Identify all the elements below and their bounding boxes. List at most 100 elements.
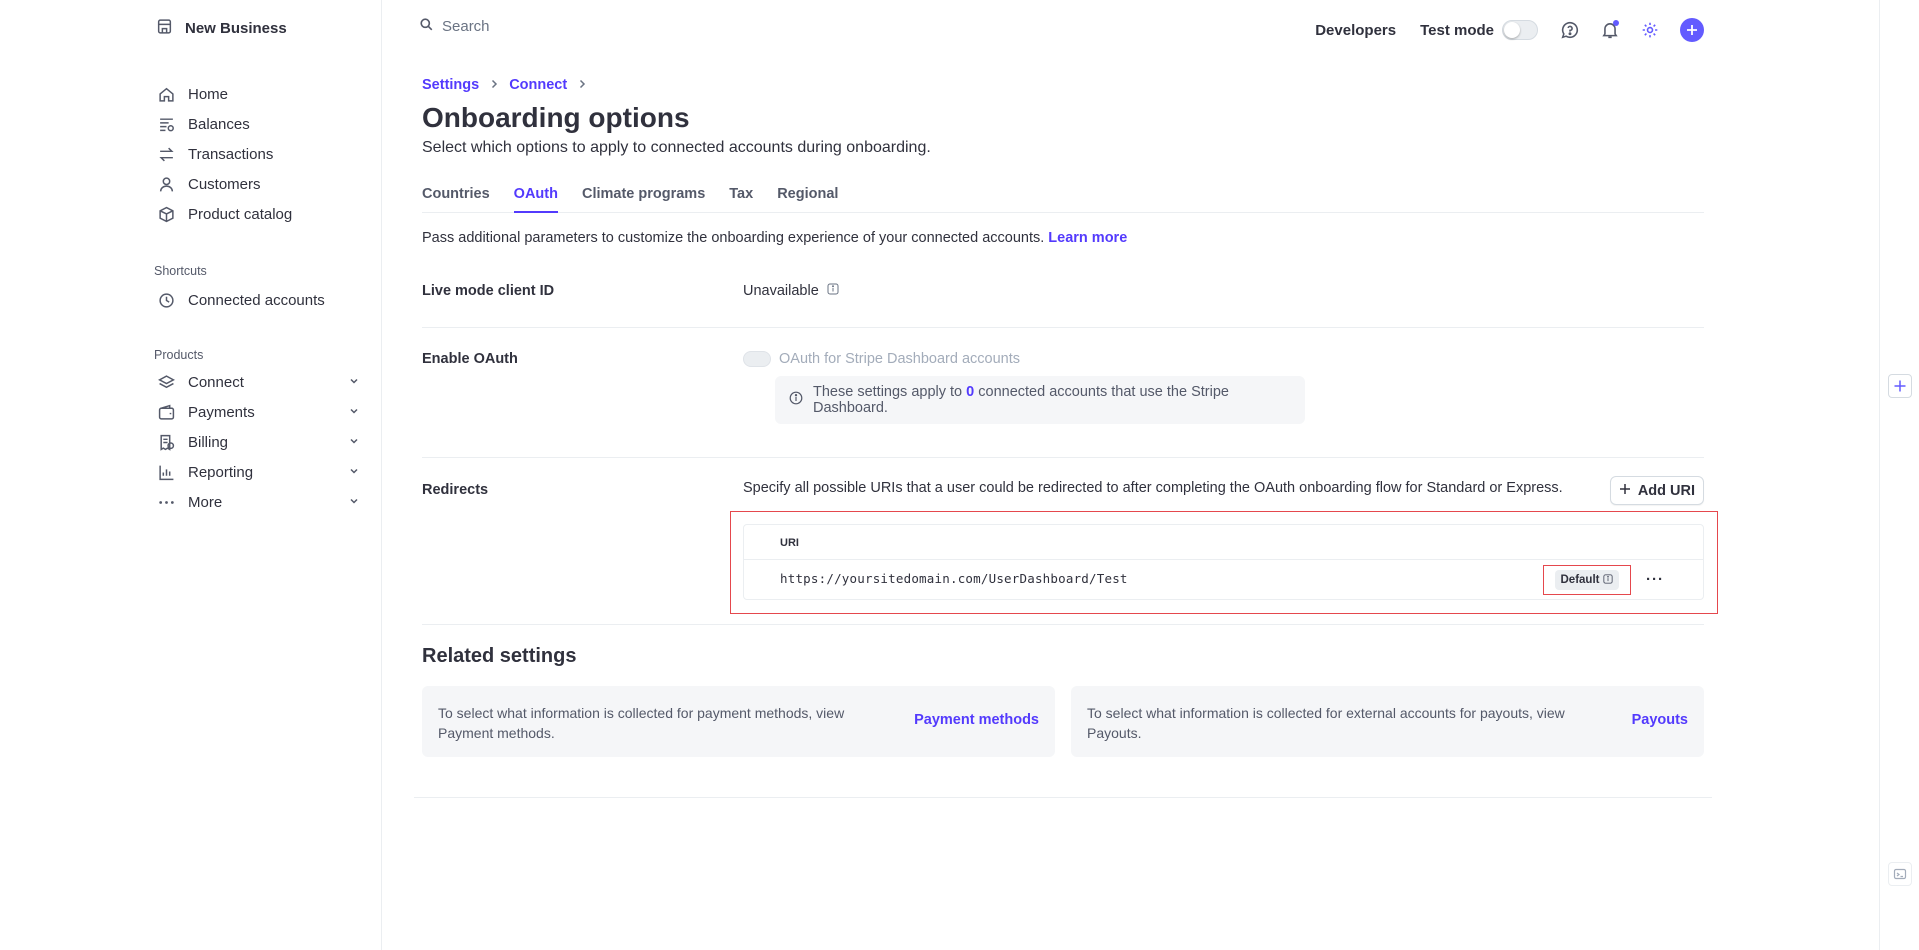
plus-icon [1619, 483, 1631, 499]
redirects-label: Redirects [422, 482, 489, 498]
test-mode-label: Test mode [1420, 21, 1494, 39]
console-button[interactable] [1888, 862, 1912, 886]
oauth-toggle[interactable] [743, 351, 771, 367]
tab-oauth[interactable]: OAuth [513, 186, 558, 213]
related-card-text: To select what information is collected … [1087, 705, 1565, 741]
default-badge[interactable]: Default [1554, 570, 1620, 590]
topbar-actions: Developers Test mode [1315, 16, 1704, 44]
learn-more-link[interactable]: Learn more [1048, 230, 1127, 246]
live-client-id-value: Unavailable [743, 283, 839, 299]
divider [414, 797, 1712, 798]
chevron-right-icon [577, 77, 587, 93]
info-circle-icon [789, 391, 803, 409]
right-rail [1879, 0, 1880, 950]
transactions-icon [156, 144, 176, 164]
breadcrumb-settings[interactable]: Settings [422, 77, 479, 93]
sidebar-item-label: Connected accounts [188, 291, 325, 309]
tab-climate-programs[interactable]: Climate programs [582, 186, 705, 213]
shortcuts-heading: Shortcuts [154, 264, 207, 278]
page-title: Onboarding options [422, 102, 690, 133]
uri-table: URI https://yoursitedomain.com/UserDashb… [743, 524, 1704, 600]
default-badge-label: Default [1560, 574, 1600, 586]
notifications-bell-icon[interactable] [1600, 20, 1620, 40]
divider [422, 624, 1704, 625]
clock-icon [156, 290, 176, 310]
enable-oauth-label: Enable OAuth [422, 351, 518, 367]
balances-icon [156, 114, 176, 134]
info-icon [1603, 573, 1614, 587]
search-bar[interactable]: Search [420, 18, 490, 35]
sidebar-item-label: Balances [188, 115, 250, 133]
tab-regional[interactable]: Regional [777, 186, 838, 213]
payment-methods-link[interactable]: Payment methods [914, 712, 1039, 728]
chevron-down-icon [348, 374, 360, 391]
business-switcher[interactable]: New Business [156, 18, 287, 39]
related-card-text: To select what information is collected … [438, 705, 845, 741]
note-text-before: These settings apply to [813, 384, 963, 400]
breadcrumb: Settings Connect [422, 77, 587, 93]
divider [422, 457, 1704, 458]
related-card-payment-methods: To select what information is collected … [422, 686, 1055, 757]
help-icon[interactable] [1560, 20, 1580, 40]
add-uri-label: Add URI [1637, 482, 1695, 499]
add-uri-button[interactable]: Add URI [1609, 476, 1704, 505]
customers-icon [156, 174, 176, 194]
chevron-right-icon [489, 77, 499, 93]
breadcrumb-connect[interactable]: Connect [509, 77, 567, 93]
sidebar-item-label: Payments [188, 403, 255, 421]
sidebar-item-billing[interactable]: Billing [156, 430, 360, 454]
live-client-id-text: Unavailable [743, 283, 819, 299]
sidebar: New Business Home Balances Transactions … [0, 0, 382, 950]
sidebar-item-home[interactable]: Home [156, 82, 360, 106]
sidebar-item-more[interactable]: More [156, 490, 360, 514]
layers-icon [156, 372, 176, 392]
sidebar-item-label: More [188, 493, 223, 511]
oauth-description: Pass additional parameters to customize … [422, 230, 1127, 246]
sidebar-item-balances[interactable]: Balances [156, 112, 360, 136]
tab-bar: Countries OAuth Climate programs Tax Reg… [422, 186, 1704, 213]
receipt-icon [156, 432, 176, 452]
divider [422, 327, 1704, 328]
sidebar-item-product-catalog[interactable]: Product catalog [156, 202, 360, 226]
sidebar-item-label: Home [188, 85, 229, 103]
tab-tax[interactable]: Tax [729, 186, 753, 213]
chart-icon [156, 462, 176, 482]
chevron-down-icon [348, 494, 360, 511]
sidebar-item-connected-accounts[interactable]: Connected accounts [156, 288, 360, 312]
sidebar-item-label: Product catalog [188, 205, 293, 223]
enable-oauth-control: OAuth for Stripe Dashboard accounts [743, 351, 1020, 367]
test-mode-toggle[interactable] [1502, 20, 1538, 40]
info-icon[interactable] [827, 283, 839, 299]
tab-countries[interactable]: Countries [422, 186, 490, 213]
default-badge-highlight: Default [1543, 565, 1631, 595]
divider [744, 559, 1703, 560]
uri-column-header: URI [780, 537, 799, 549]
sidebar-item-reporting[interactable]: Reporting [156, 460, 360, 484]
sidebar-item-payments[interactable]: Payments [156, 400, 360, 424]
sidebar-item-label: Billing [188, 433, 229, 451]
sidebar-item-label: Reporting [188, 463, 254, 481]
sidebar-item-customers[interactable]: Customers [156, 172, 360, 196]
sidebar-item-label: Customers [188, 175, 261, 193]
sidebar-item-connect[interactable]: Connect [156, 370, 360, 394]
sidebar-item-label: Transactions [188, 145, 274, 163]
sidebar-item-label: Connect [188, 373, 244, 391]
sidebar-item-transactions[interactable]: Transactions [156, 142, 360, 166]
expand-panel-button[interactable] [1888, 374, 1912, 398]
payouts-link[interactable]: Payouts [1632, 712, 1688, 728]
search-icon [420, 18, 433, 35]
create-plus-button[interactable] [1680, 18, 1704, 42]
notification-dot [1613, 20, 1619, 26]
search-placeholder: Search [442, 18, 490, 35]
products-heading: Products [154, 348, 204, 362]
row-more-actions-button[interactable]: ··· [1646, 571, 1664, 588]
note-count: 0 [966, 384, 975, 400]
business-name: New Business [185, 20, 287, 37]
chevron-down-icon [348, 464, 360, 481]
oauth-description-text: Pass additional parameters to customize … [422, 230, 1045, 246]
store-icon [156, 18, 173, 39]
gear-icon[interactable] [1640, 20, 1660, 40]
plus-icon [1894, 380, 1906, 392]
developers-link[interactable]: Developers [1315, 22, 1396, 39]
page-subtitle: Select which options to apply to connect… [422, 139, 931, 156]
